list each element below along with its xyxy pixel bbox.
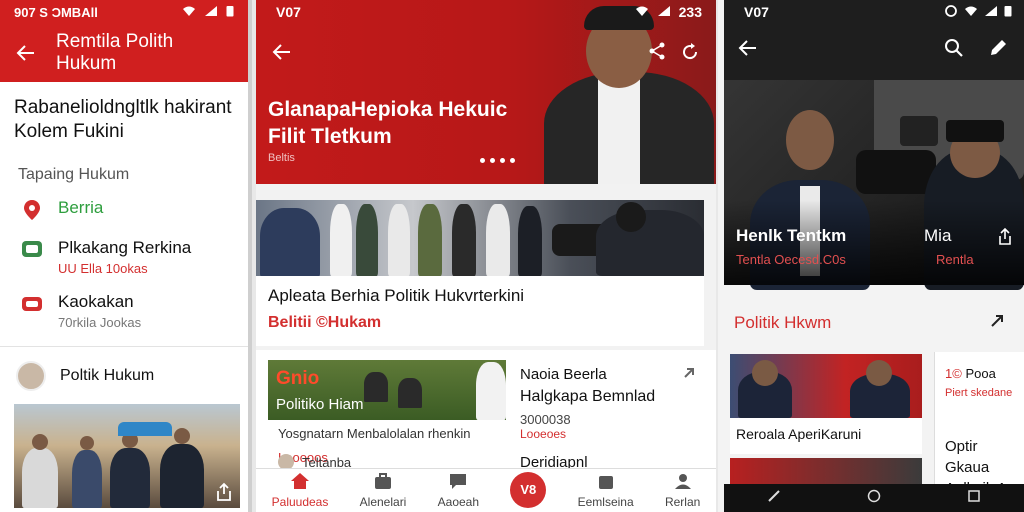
status-bar: V07 233 [276, 4, 702, 20]
user-icon [673, 472, 693, 493]
status-carrier: V07 [276, 4, 301, 20]
share-icon[interactable] [648, 42, 666, 60]
battery-icon [226, 5, 234, 20]
card-overlay-label: Gnio [276, 368, 320, 389]
drawer-item-label: Kaokakan [58, 292, 134, 311]
back-nav-icon[interactable] [767, 489, 781, 508]
status-carrier: V07 [744, 4, 769, 20]
nav-home[interactable]: Paluudeas [272, 472, 328, 509]
edit-icon[interactable] [988, 38, 1008, 58]
share-icon[interactable] [214, 482, 234, 502]
news-photo [256, 200, 704, 276]
hero-category: Tentla Oecesd.C0s [736, 252, 846, 267]
side-card-subtitle: Piert skedane [945, 387, 1013, 399]
hero-meta: Mia [924, 226, 952, 245]
alarm-icon [944, 4, 958, 20]
street-photo[interactable] [14, 404, 240, 508]
status-time: 233 [678, 4, 702, 20]
main-feed-panel: V07 233 Glanapa­Hepioka Hekuic Filit Tle… [256, 0, 716, 512]
drawer-item-plkakang[interactable]: Plkakang Rerkina UU Ella 10okas [0, 230, 248, 284]
news-photo: Gnio Politiko Hiam [268, 360, 506, 420]
hero-category: Beltis [268, 152, 295, 164]
status-bar: V07 [744, 4, 1012, 20]
signal-icon [657, 4, 671, 20]
card-overlay-title: Politiko Hiam [276, 396, 364, 413]
drawer-item-sub: 70rkila Jookas [58, 315, 142, 330]
news-title: Apleata Berhia Politik Hukvrterkini [268, 286, 525, 305]
hero-banner[interactable]: V07 233 Glanapa­Hepioka Hekuic Filit Tle… [256, 0, 716, 184]
location-pin-icon [20, 198, 44, 222]
signal-icon [984, 4, 998, 20]
home-nav-icon[interactable] [867, 489, 881, 508]
news-title: Reroala AperiKaruni [736, 426, 862, 442]
bag-icon [596, 472, 616, 493]
avatar [16, 361, 46, 391]
side-card-title: 1© Pooa [945, 366, 996, 381]
detail-panel: V07 Henlk Tentkm Tentla Oecesd.C0s Mia R… [718, 0, 1024, 512]
hero-title: Glanapa­Hepioka Hekuic Filit Tletkum [268, 98, 508, 148]
nav-rerlan[interactable]: Rerlan [665, 472, 700, 509]
system-nav-bar [724, 484, 1024, 512]
nav-fab[interactable]: V8 [510, 471, 547, 508]
news-caption: Yosgnatarn Menbalolalan rhenkin [278, 426, 471, 441]
page-title: Remtila Polith Hukum [56, 31, 174, 74]
wifi-icon [635, 4, 649, 20]
chat-icon [448, 472, 468, 493]
home-icon [290, 472, 310, 493]
status-carrier: 907 S ƆMBAll [14, 4, 98, 20]
carousel-dots[interactable] [480, 158, 515, 163]
search-icon[interactable] [944, 38, 964, 58]
drawer-item-kaokakan[interactable]: Kaokakan 70rkila Jookas [0, 284, 248, 338]
ticket-icon [20, 292, 44, 316]
news-photo-2[interactable] [730, 458, 922, 484]
chevron-right-icon[interactable] [682, 366, 696, 380]
back-arrow-icon[interactable] [272, 42, 292, 62]
recents-nav-icon[interactable] [967, 489, 981, 508]
bottom-nav: Paluudeas Alenelari Aaoeah V8 Eemlseina … [256, 468, 716, 512]
profile-row[interactable]: Poltik Hukum [0, 355, 248, 397]
hero-category-2: Rentla [936, 252, 974, 267]
app-bar: Remtila Polith Hukum [0, 24, 248, 82]
back-arrow-icon[interactable] [738, 38, 758, 58]
wifi-icon [964, 4, 978, 20]
briefcase-icon [373, 472, 393, 493]
back-arrow-icon[interactable] [16, 43, 36, 63]
drawer-item-berria[interactable]: Berria [0, 190, 248, 230]
signal-icon [204, 5, 218, 20]
status-bar: 907 S ƆMBAll [0, 0, 248, 24]
drawer-subhead: Tapaing Hukum [18, 166, 130, 183]
drawer-headline: Rabanelio­ldngltlk hakirant Kolem Fukini [14, 97, 232, 142]
divider [0, 346, 248, 347]
side-number: 3000038 [520, 412, 571, 427]
drawer-item-label: Berria [58, 198, 104, 217]
side-title-2: Halgkapa Bemnlad [520, 388, 656, 405]
share-icon[interactable] [996, 228, 1014, 246]
news-card[interactable]: Reroala AperiKaruni [730, 354, 922, 454]
battery-icon [1004, 4, 1012, 20]
side-card[interactable]: 1© Pooa Piert skedane Optir Gkaua Anlkai… [934, 352, 1024, 497]
nav-alenelari[interactable]: Alenelari [360, 472, 406, 509]
nav-aaoeah[interactable]: Aaoeah [438, 472, 479, 509]
drawer-panel: 907 S ƆMBAll Remtila Polith Hukum Rabane… [0, 0, 252, 512]
news-card[interactable]: Apleata Berhia Politik Hukvrterkini Beli… [256, 200, 704, 346]
expand-icon[interactable] [990, 314, 1004, 328]
hero-title: Henlk Tentkm [736, 226, 847, 245]
drawer-item-label: Plkakang Rerkina [58, 238, 192, 257]
side-title: Naoia Beerla [520, 366, 607, 383]
wifi-icon [182, 5, 196, 20]
news-category: Belitii ©Hukam [268, 314, 382, 331]
chat-bubble-icon [20, 238, 44, 262]
side-code: Looeoes [520, 427, 567, 441]
fab-icon: V8 [510, 471, 547, 508]
drawer-item-sub: UU Ella 10okas [58, 261, 148, 276]
profile-label: Poltik Hukum [60, 367, 155, 384]
refresh-icon[interactable] [680, 42, 700, 62]
section-title: Politik Hkwm [734, 313, 832, 332]
news-card-2[interactable]: Gnio Politiko Hiam Yosgnatarn Menbalolal… [256, 350, 716, 480]
news-photo [730, 354, 922, 418]
nav-eemlseina[interactable]: Eemlseina [578, 472, 634, 509]
